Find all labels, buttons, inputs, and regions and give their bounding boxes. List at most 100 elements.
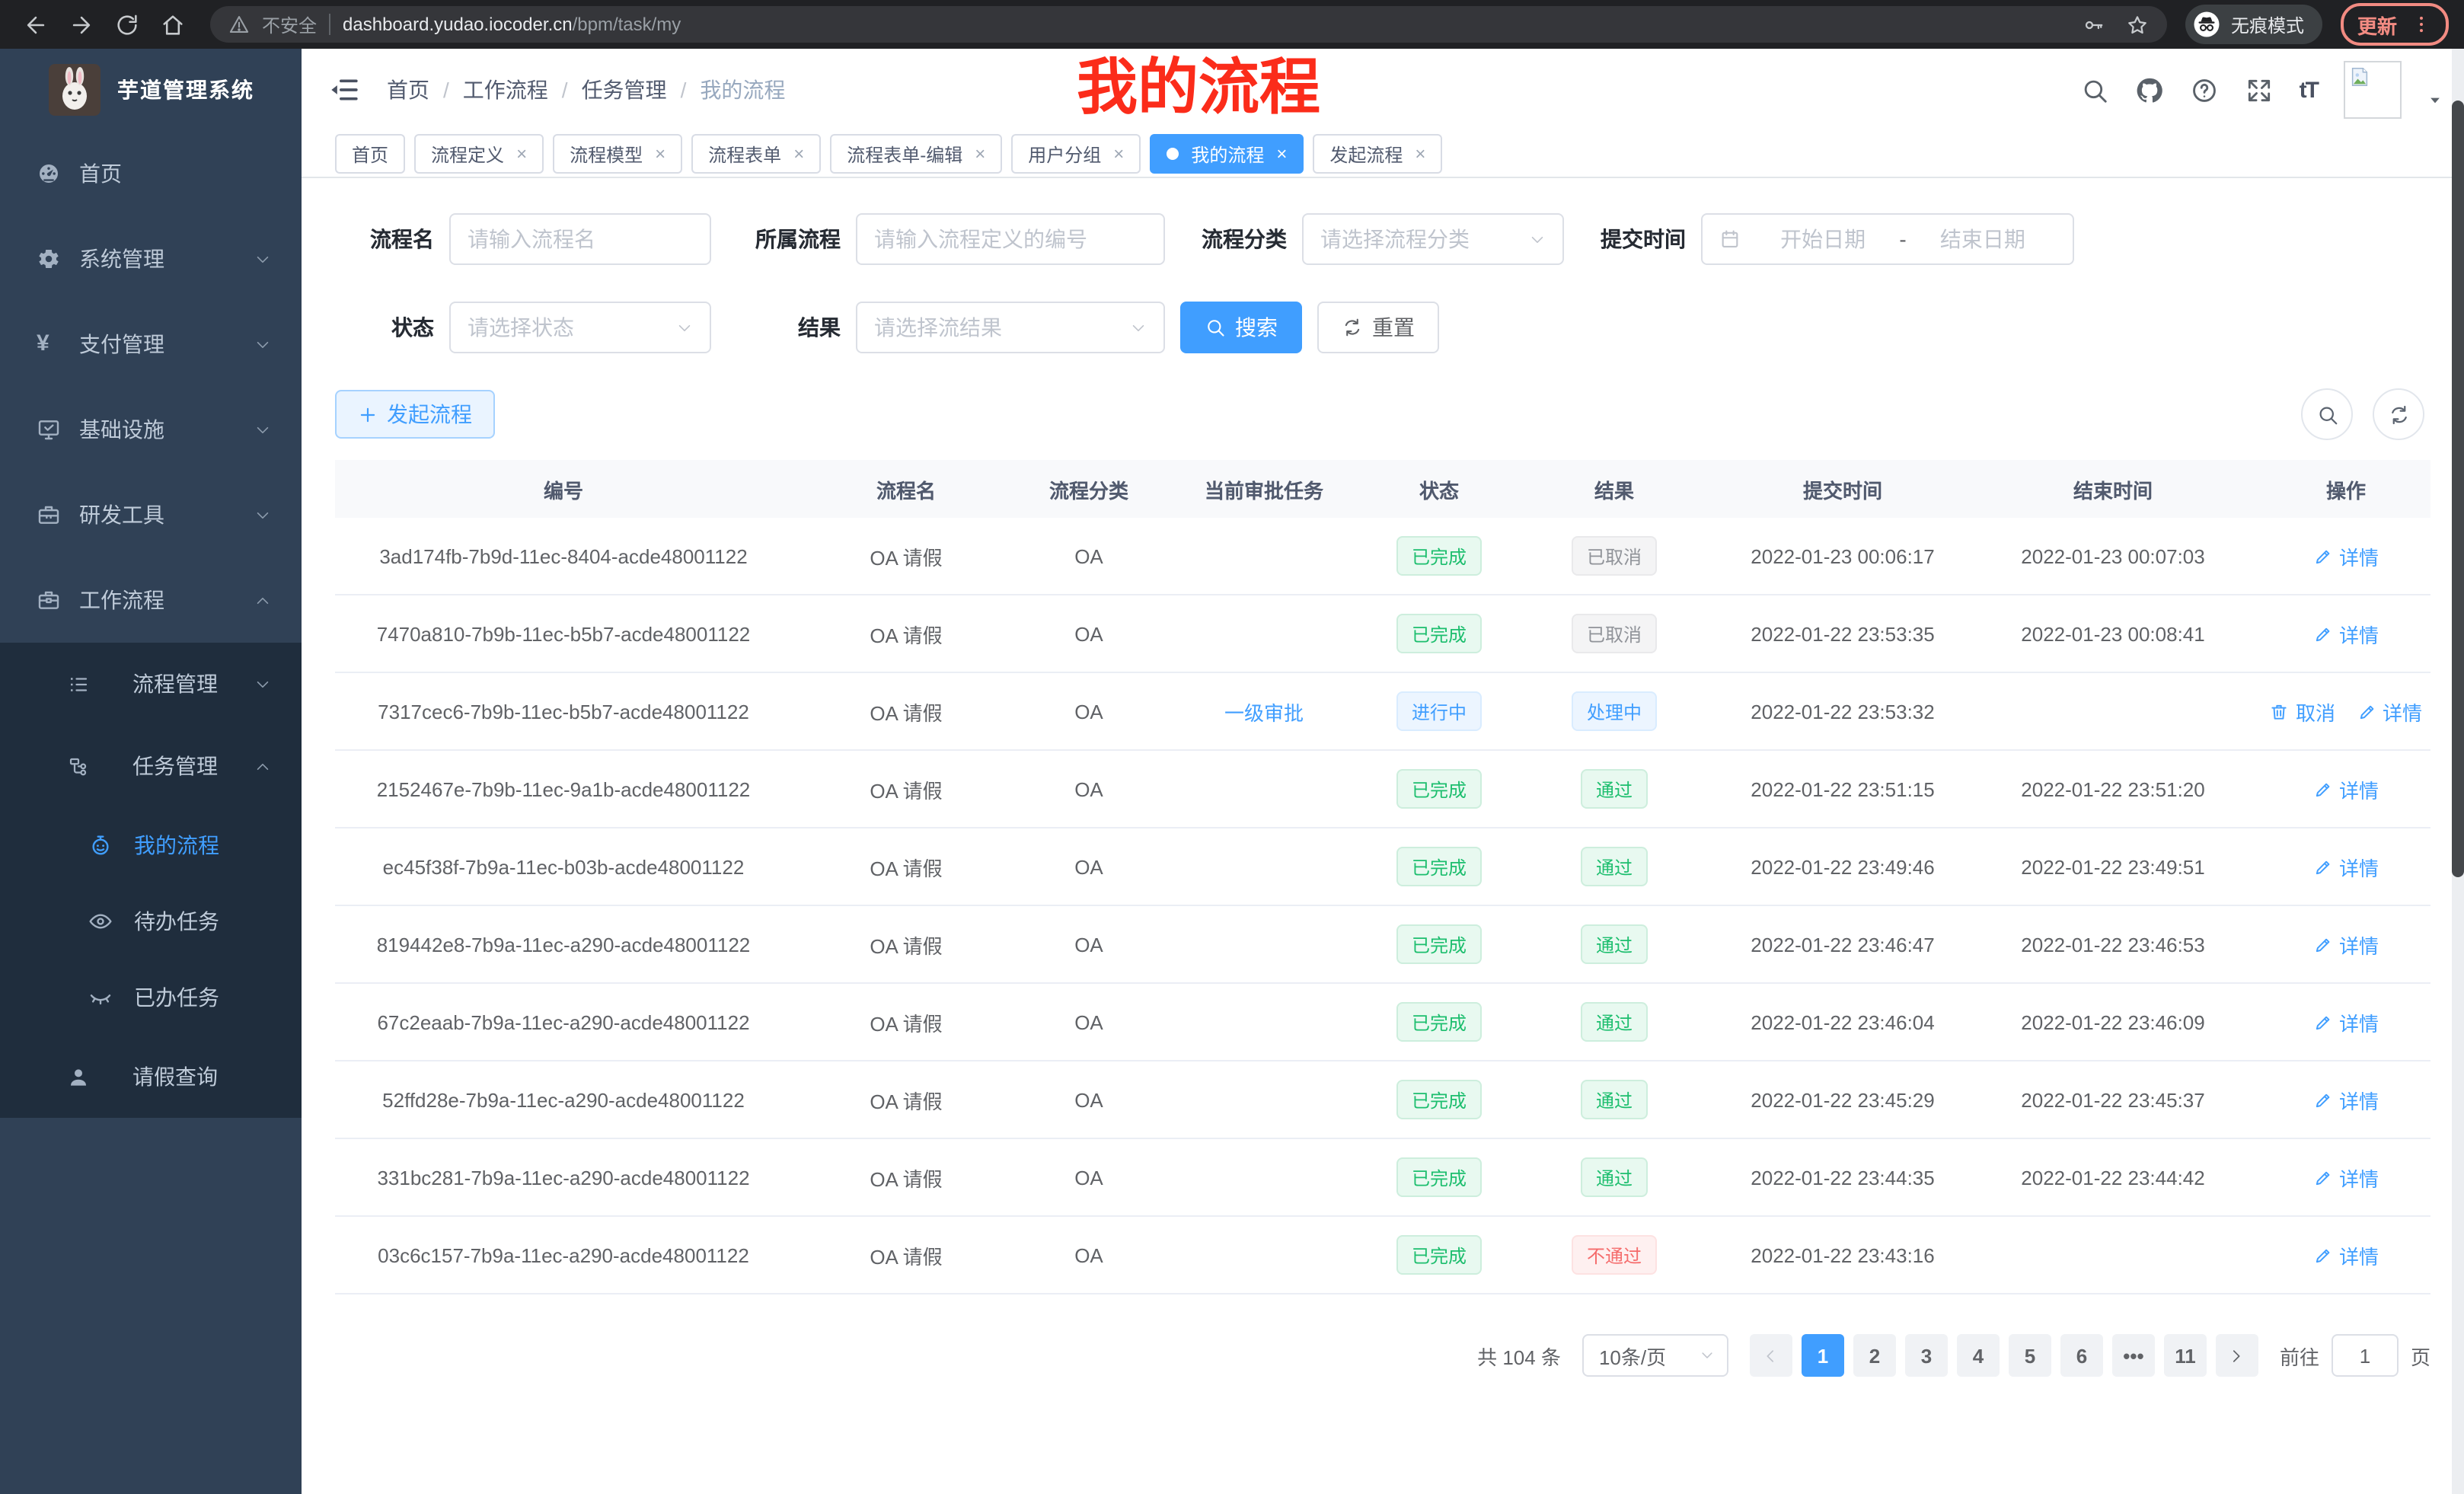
browser-chrome: 不安全 dashboard.yudao.iocoder.cn/bpm/task/… <box>0 0 2464 49</box>
search-button[interactable]: 搜索 <box>1180 302 1302 353</box>
row-action-取消[interactable]: 取消 <box>2270 697 2335 726</box>
cell-result: 通过 <box>1508 905 1721 983</box>
toggle-search-button[interactable] <box>2301 388 2353 440</box>
row-action-详情[interactable]: 详情 <box>2313 619 2379 648</box>
tab-流程定义[interactable]: 流程定义× <box>414 134 544 174</box>
avatar-caret-down-icon[interactable] <box>2427 93 2443 108</box>
password-key-icon[interactable] <box>2082 13 2105 36</box>
sidebar-item-工作流程[interactable]: 工作流程 <box>0 557 302 643</box>
column-header-操作: 操作 <box>2261 460 2430 518</box>
row-action-详情[interactable]: 详情 <box>2313 930 2379 959</box>
status-badge: 已完成 <box>1396 924 1482 964</box>
bookmark-star-icon[interactable] <box>2126 13 2149 36</box>
sidebar-item-待办任务[interactable]: 待办任务 <box>0 883 302 959</box>
tab-用户分组[interactable]: 用户分组× <box>1011 134 1141 174</box>
goto-page-input[interactable] <box>2332 1334 2399 1377</box>
pager-ellipsis[interactable]: ••• <box>2112 1334 2155 1377</box>
result-select[interactable]: 请选择流结果 <box>856 302 1165 353</box>
pager-page-5[interactable]: 5 <box>2009 1334 2051 1377</box>
page-scrollbar-thumb[interactable] <box>2452 101 2464 877</box>
tab-发起流程[interactable]: 发起流程× <box>1313 134 1442 174</box>
row-action-详情[interactable]: 详情 <box>2313 1240 2379 1269</box>
create-process-button[interactable]: 发起流程 <box>335 390 495 439</box>
row-action-详情[interactable]: 详情 <box>2313 1163 2379 1192</box>
avatar[interactable] <box>2344 61 2402 119</box>
sidebar-item-系统管理[interactable]: 系统管理 <box>0 216 302 302</box>
date-start-placeholder[interactable]: 开始日期 <box>1750 224 1896 254</box>
calendar-icon <box>1719 228 1741 250</box>
pager-page-3[interactable]: 3 <box>1905 1334 1948 1377</box>
tab-我的流程[interactable]: 我的流程× <box>1150 134 1304 174</box>
row-action-详情[interactable]: 详情 <box>2313 1007 2379 1036</box>
sidebar-collapse-icon[interactable] <box>329 75 359 105</box>
tab-流程表单[interactable]: 流程表单× <box>691 134 821 174</box>
refresh-table-button[interactable] <box>2373 388 2424 440</box>
sidebar-item-流程管理[interactable]: 流程管理 <box>0 643 302 725</box>
row-action-详情[interactable]: 详情 <box>2313 541 2379 570</box>
row-action-详情[interactable]: 详情 <box>2313 852 2379 881</box>
tab-close-icon[interactable]: × <box>655 145 665 163</box>
tab-close-icon[interactable]: × <box>1415 145 1425 163</box>
status-badge: 已完成 <box>1396 1157 1482 1197</box>
url-path: /bpm/task/my <box>573 14 681 35</box>
sidebar-item-首页[interactable]: 首页 <box>0 131 302 216</box>
row-action-详情[interactable]: 详情 <box>2313 1085 2379 1114</box>
browser-update-button[interactable]: 更新 <box>2341 3 2449 46</box>
sidebar-item-label: 基础设施 <box>79 414 164 445</box>
table-row: 03c6c157-7b9a-11ec-a290-acde48001122OA 请… <box>335 1216 2430 1294</box>
sidebar-item-研发工具[interactable]: 研发工具 <box>0 472 302 557</box>
pager-page-1[interactable]: 1 <box>1802 1334 1844 1377</box>
browser-forward-button[interactable] <box>61 5 101 44</box>
pager-page-2[interactable]: 2 <box>1853 1334 1896 1377</box>
browser-home-button[interactable] <box>152 5 192 44</box>
tab-close-icon[interactable]: × <box>1276 145 1287 163</box>
help-icon[interactable] <box>2190 75 2219 104</box>
current-task-link[interactable]: 一级审批 <box>1224 701 1304 724</box>
status-badge: 已完成 <box>1396 614 1482 653</box>
cell-end-time: 2022-01-22 23:46:09 <box>1964 983 2261 1061</box>
breadcrumb-item-工作流程[interactable]: 工作流程 <box>463 75 548 105</box>
browser-reload-button[interactable] <box>107 5 146 44</box>
sidebar-item-基础设施[interactable]: 基础设施 <box>0 387 302 472</box>
tab-流程表单-编辑[interactable]: 流程表单-编辑× <box>830 134 1002 174</box>
status-select[interactable]: 请选择状态 <box>449 302 711 353</box>
search-icon[interactable] <box>2080 75 2109 104</box>
row-action-详情[interactable]: 详情 <box>2313 774 2379 803</box>
browser-menu-dots-icon[interactable] <box>2411 14 2432 35</box>
breadcrumb-item-首页[interactable]: 首页 <box>387 75 429 105</box>
process-name-input[interactable] <box>449 213 711 265</box>
sidebar-item-支付管理[interactable]: ¥支付管理 <box>0 302 302 387</box>
tab-close-icon[interactable]: × <box>516 145 527 163</box>
date-range-picker[interactable]: 开始日期 - 结束日期 <box>1701 213 2074 265</box>
address-bar[interactable]: 不安全 dashboard.yudao.iocoder.cn/bpm/task/… <box>210 6 2167 43</box>
pager-page-11[interactable]: 11 <box>2164 1334 2207 1377</box>
category-select[interactable]: 请选择流程分类 <box>1302 213 1564 265</box>
tab-close-icon[interactable]: × <box>793 145 804 163</box>
pager-page-4[interactable]: 4 <box>1957 1334 2000 1377</box>
font-size-icon[interactable]: tT <box>2300 77 2318 103</box>
edit-icon <box>2313 1012 2333 1032</box>
github-icon[interactable] <box>2135 75 2164 104</box>
breadcrumb-item-任务管理[interactable]: 任务管理 <box>582 75 667 105</box>
row-action-详情[interactable]: 详情 <box>2357 697 2422 726</box>
sidebar-item-请假查询[interactable]: 请假查询 <box>0 1036 302 1118</box>
tab-首页[interactable]: 首页 <box>335 134 405 174</box>
page-size-select[interactable]: 10条/页 <box>1582 1334 1728 1377</box>
sidebar-item-我的流程[interactable]: 我的流程 <box>0 807 302 883</box>
page-scrollbar-track[interactable] <box>2452 49 2464 1494</box>
cell-actions: 详情 <box>2261 983 2430 1061</box>
tab-close-icon[interactable]: × <box>1113 145 1124 163</box>
fullscreen-icon[interactable] <box>2245 75 2274 104</box>
sidebar-item-已办任务[interactable]: 已办任务 <box>0 959 302 1036</box>
sidebar-item-任务管理[interactable]: 任务管理 <box>0 725 302 807</box>
tab-流程模型[interactable]: 流程模型× <box>553 134 682 174</box>
pager-next-button[interactable] <box>2216 1334 2258 1377</box>
date-end-placeholder[interactable]: 结束日期 <box>1910 224 2056 254</box>
pager-page-6[interactable]: 6 <box>2060 1334 2103 1377</box>
cell-id: 03c6c157-7b9a-11ec-a290-acde48001122 <box>335 1216 792 1294</box>
reset-button[interactable]: 重置 <box>1317 302 1439 353</box>
pager-prev-button[interactable] <box>1750 1334 1792 1377</box>
browser-back-button[interactable] <box>15 5 55 44</box>
tab-close-icon[interactable]: × <box>975 145 985 163</box>
process-def-input[interactable] <box>856 213 1165 265</box>
